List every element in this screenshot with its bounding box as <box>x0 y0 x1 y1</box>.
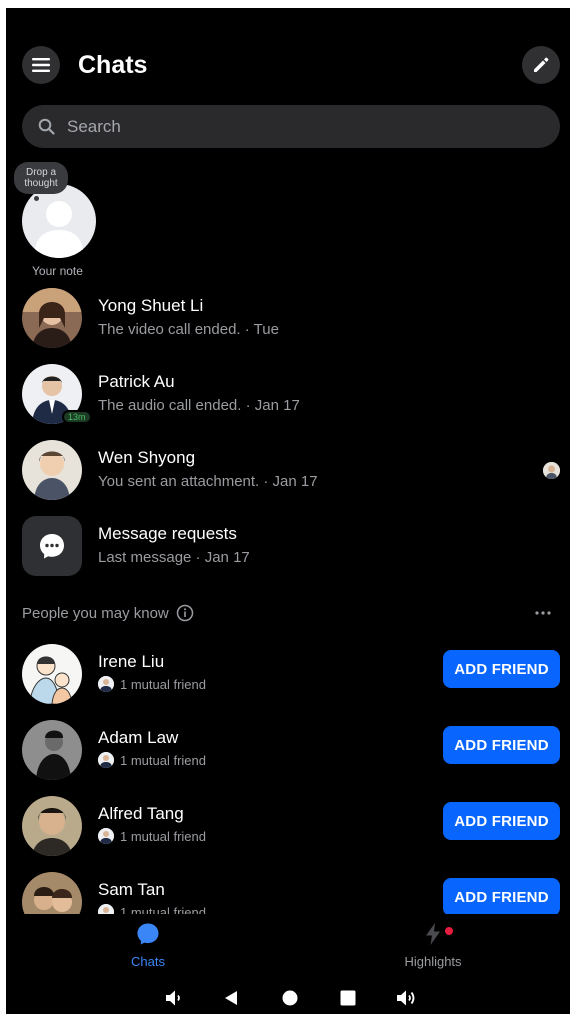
mutual-friend-avatar <box>98 676 114 692</box>
person-name: Irene Liu <box>98 652 165 671</box>
page-title: Chats <box>78 51 148 79</box>
person-name: Alfred Tang <box>98 804 184 823</box>
mutual-friend-avatar <box>98 828 114 844</box>
chat-name: Message requests <box>98 524 237 543</box>
mutual-friends-text: 1 mutual friend <box>120 828 206 844</box>
back-icon <box>225 991 237 1005</box>
your-note[interactable]: Drop a thought Your note <box>14 162 98 280</box>
bottom-tab-bar: Chats Highlights <box>6 914 570 974</box>
note-bubble[interactable]: Drop a thought <box>14 162 68 194</box>
chat-row[interactable]: 13m Patrick Au The audio call ended. · J… <box>6 364 570 432</box>
active-time-badge: 13m <box>62 410 92 424</box>
chat-preview: Last message · Jan 17 <box>98 549 250 566</box>
message-requests-icon <box>22 516 82 576</box>
mutual-friends-text: 1 mutual friend <box>120 676 206 692</box>
header: Chats <box>6 46 570 86</box>
chat-preview: You sent an attachment. · Jan 17 <box>98 473 318 490</box>
avatar <box>22 288 82 348</box>
chat-preview: The video call ended. · Tue <box>98 321 279 338</box>
menu-button[interactable] <box>22 46 60 84</box>
menu-icon <box>32 58 50 72</box>
tab-highlights[interactable]: Highlights <box>393 922 473 972</box>
app-screen: Chats Drop a thought Your note <box>6 8 570 1014</box>
chat-row[interactable]: Wen Shyong You sent an attachment. · Jan… <box>6 440 570 508</box>
home-button[interactable] <box>279 987 301 1009</box>
home-icon <box>282 990 298 1006</box>
search-input[interactable] <box>67 116 507 137</box>
avatar <box>22 796 82 856</box>
search-bar[interactable] <box>22 105 560 148</box>
mutual-friends: 1 mutual friend <box>98 676 206 692</box>
mutual-friends-text: 1 mutual friend <box>120 752 206 768</box>
compose-button[interactable] <box>522 46 560 84</box>
tab-chats[interactable]: Chats <box>108 922 188 972</box>
info-icon[interactable] <box>176 604 194 622</box>
note-label: Your note <box>32 264 83 278</box>
add-friend-button[interactable]: ADD FRIEND <box>443 878 560 916</box>
avatar <box>22 440 82 500</box>
person-name: Adam Law <box>98 728 179 747</box>
add-friend-button[interactable]: ADD FRIEND <box>443 726 560 764</box>
volume-up-button[interactable] <box>395 987 417 1009</box>
mutual-friends: 1 mutual friend <box>98 828 206 844</box>
search-icon <box>38 118 55 135</box>
section-title: People you may know <box>22 605 169 622</box>
pencil-icon <box>534 57 549 72</box>
chat-row[interactable]: Yong Shuet Li The video call ended. · Tu… <box>6 288 570 356</box>
mutual-friends: 1 mutual friend <box>98 752 206 768</box>
notification-dot <box>445 927 453 935</box>
seen-indicator-avatar <box>543 462 560 479</box>
chat-bubble-icon <box>137 923 159 945</box>
person-name: Sam Tan <box>98 880 165 899</box>
people-you-may-know-header: People you may know <box>22 604 554 624</box>
add-friend-button[interactable]: ADD FRIEND <box>443 802 560 840</box>
tab-label: Highlights <box>404 954 462 969</box>
lightning-icon <box>426 923 440 945</box>
back-button[interactable] <box>220 987 242 1009</box>
suggested-person-row[interactable]: Irene Liu 1 mutual friend ADD FRIEND <box>6 644 570 706</box>
suggested-person-row[interactable]: Alfred Tang 1 mutual friend ADD FRIEND <box>6 796 570 858</box>
chat-name: Wen Shyong <box>98 448 196 467</box>
suggested-person-row[interactable]: Adam Law 1 mutual friend ADD FRIEND <box>6 720 570 782</box>
tab-label: Chats <box>131 954 165 969</box>
chat-bubble-icon <box>40 534 64 559</box>
avatar <box>22 720 82 780</box>
chat-preview: The audio call ended. · Jan 17 <box>98 397 300 414</box>
chat-name: Yong Shuet Li <box>98 296 204 315</box>
more-icon[interactable] <box>534 604 552 622</box>
chat-name: Patrick Au <box>98 372 175 391</box>
avatar <box>22 644 82 704</box>
recents-button[interactable] <box>337 987 359 1009</box>
avatar <box>22 184 96 258</box>
add-friend-button[interactable]: ADD FRIEND <box>443 650 560 688</box>
system-nav-bar <box>6 980 570 1014</box>
volume-down-button[interactable] <box>163 987 185 1009</box>
volume-up-icon <box>397 990 415 1006</box>
volume-down-icon <box>166 990 180 1006</box>
recents-icon <box>340 990 356 1006</box>
mutual-friend-avatar <box>98 752 114 768</box>
message-requests-row[interactable]: Message requests Last message · Jan 17 <box>6 516 570 584</box>
